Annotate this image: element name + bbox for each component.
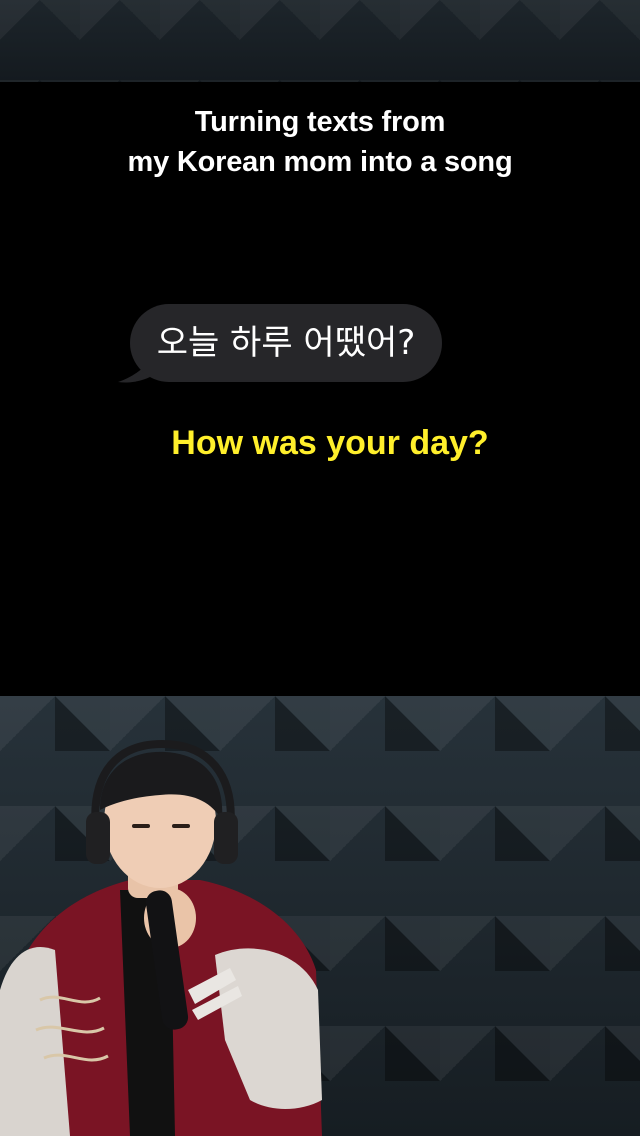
video-frame: Turning texts from my Korean mom into a …	[0, 0, 640, 1136]
translation-text: How was your day?	[171, 424, 489, 462]
message-text: 오늘 하루 어땠어?	[156, 323, 416, 363]
caption-line-2: my Korean mom into a song	[127, 146, 513, 178]
caption-line-1: Turning texts from	[194, 106, 446, 138]
video-caption: Turning texts from my Korean mom into a …	[0, 102, 640, 182]
singer-figure	[0, 740, 322, 1136]
foam-background-top	[0, 0, 640, 82]
message-bubble: 오늘 하루 어땠어?	[130, 304, 442, 382]
